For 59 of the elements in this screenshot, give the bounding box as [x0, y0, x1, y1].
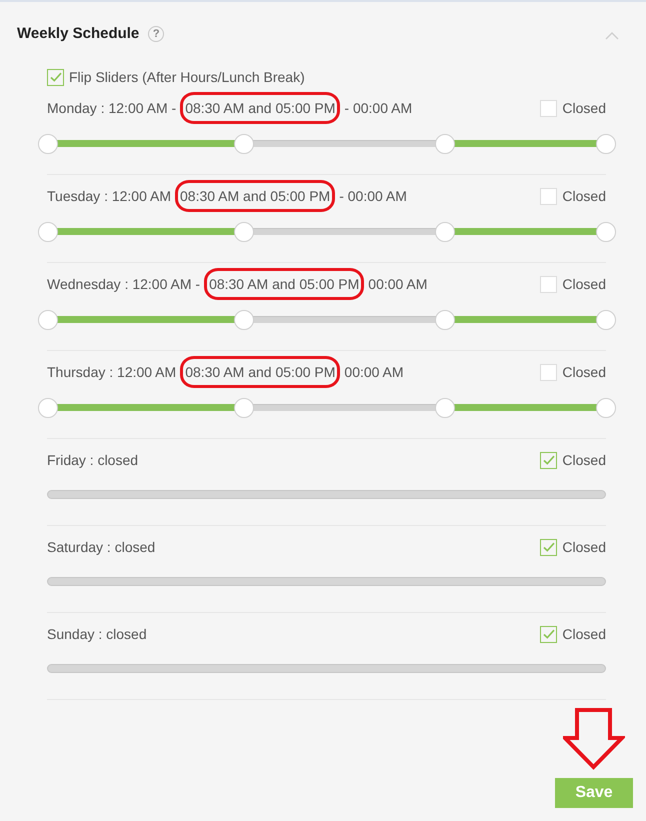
slider-handle[interactable]	[234, 398, 254, 418]
hours-end-text: 00:00 AM	[368, 275, 428, 294]
help-icon[interactable]: ?	[148, 26, 164, 42]
checkbox-label: Closed	[562, 275, 606, 294]
slider-handle[interactable]	[434, 134, 455, 154]
time-range-text: 08:30 AM and 05:00 PM	[185, 363, 336, 382]
day-label: Sunday : closed	[47, 625, 147, 644]
hours-end-text: - 00:00 AM	[339, 187, 407, 206]
slider-handle[interactable]	[38, 134, 58, 154]
time-range-text: 08:30 AM and 05:00 PM	[180, 187, 330, 206]
section-title: Weekly Schedule	[17, 24, 140, 44]
checkmark-icon	[542, 629, 555, 639]
hours-label: Monday : 12:00 AM -	[47, 99, 176, 118]
range-slider[interactable]	[38, 222, 616, 242]
checkbox-label: Closed	[562, 625, 606, 644]
slider-handle[interactable]	[38, 398, 58, 418]
closed-checkbox[interactable]	[540, 626, 558, 642]
slider-handle[interactable]	[234, 222, 254, 242]
range-slider[interactable]	[38, 398, 616, 418]
closed-checkbox[interactable]	[540, 364, 558, 380]
day-label: Friday : closed	[47, 451, 138, 470]
slider-handle[interactable]	[596, 134, 616, 154]
slider-handle[interactable]	[434, 222, 455, 242]
checkbox-label: Closed	[562, 99, 606, 118]
checkbox-label: Closed	[562, 187, 606, 206]
slider-handle[interactable]	[434, 398, 455, 418]
range-slider[interactable]	[38, 134, 616, 154]
hours-label: Thursday : 12:00 AM	[47, 363, 176, 382]
slider-handle[interactable]	[596, 310, 616, 330]
flip-sliders-checkbox[interactable]	[47, 68, 64, 86]
checkmark-icon	[542, 455, 555, 465]
hours-label: Wednesday : 12:00 AM -	[47, 275, 200, 294]
checkmark-icon	[50, 72, 62, 82]
slider-handle[interactable]	[596, 222, 616, 242]
slider-handle[interactable]	[38, 222, 58, 242]
closed-checkbox[interactable]	[540, 538, 558, 556]
day-label: Saturday : closed	[47, 538, 156, 557]
slider-handle[interactable]	[234, 134, 254, 154]
closed-checkbox[interactable]	[540, 276, 558, 292]
checkbox-label: Flip Sliders (After Hours/Lunch Break)	[69, 68, 305, 87]
closed-checkbox[interactable]	[540, 100, 558, 116]
checkbox-label: Closed	[562, 363, 606, 382]
chevron-up-icon[interactable]	[605, 30, 619, 40]
hours-end-text: 00:00 AM	[344, 363, 404, 382]
slider-handle[interactable]	[596, 398, 616, 418]
time-range-text: 08:30 AM and 05:00 PM	[185, 99, 336, 118]
checkmark-icon	[542, 542, 555, 552]
checkbox-label: Closed	[562, 451, 606, 470]
save-button[interactable]: Save	[555, 778, 633, 808]
closed-checkbox[interactable]	[540, 188, 558, 204]
slider-handle[interactable]	[38, 310, 58, 330]
time-range-text: 08:30 AM and 05:00 PM	[209, 275, 360, 294]
closed-checkbox[interactable]	[540, 452, 558, 468]
hours-end-text: - 00:00 AM	[344, 99, 412, 118]
hours-label: Tuesday : 12:00 AM	[47, 187, 171, 206]
checkbox-label: Closed	[562, 538, 606, 557]
slider-handle[interactable]	[234, 310, 254, 330]
slider-handle[interactable]	[434, 310, 455, 330]
range-slider[interactable]	[38, 310, 616, 330]
